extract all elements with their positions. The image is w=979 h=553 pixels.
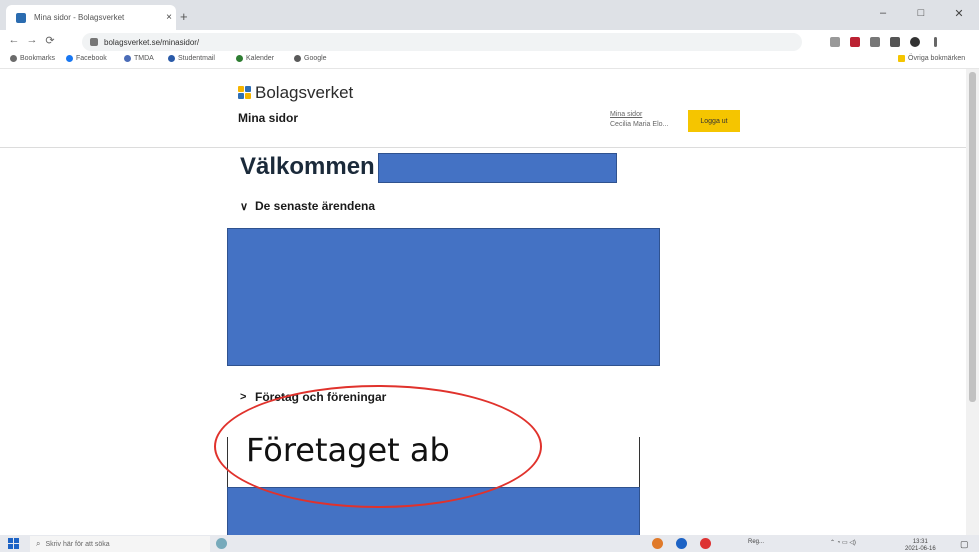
profile-avatar[interactable]: [910, 37, 920, 47]
logo-text: Bolagsverket: [255, 83, 354, 102]
search-icon: ⌕: [36, 539, 41, 548]
bolagsverket-logo[interactable]: Bolagsverket: [238, 83, 353, 103]
extension-icon[interactable]: [850, 37, 860, 47]
reload-icon[interactable]: ⟳: [42, 34, 58, 47]
site-subtitle: Mina sidor: [238, 111, 299, 125]
bookmark-item[interactable]: Bookmarks: [10, 55, 55, 62]
bolagsverket-favicon-icon: [16, 12, 26, 23]
extension-icon[interactable]: [830, 37, 840, 47]
redacted-cases-box: [227, 228, 660, 366]
extension-icon[interactable]: [870, 37, 880, 47]
annotation-ellipse: [214, 385, 542, 508]
chevron-down-icon: ∨: [240, 200, 249, 213]
address-bar[interactable]: bolagsverket.se/minasidor/: [82, 33, 802, 51]
page-title: Välkommen: [240, 153, 375, 180]
notifications-icon[interactable]: ▢: [960, 539, 969, 550]
bookmark-item[interactable]: Studentmail: [168, 55, 215, 62]
taskbar-app-icon[interactable]: [676, 538, 687, 549]
bookmark-icon: [10, 55, 17, 62]
redacted-name-box: [378, 153, 617, 183]
url-text: bolagsverket.se/minasidor/: [104, 37, 200, 47]
system-tray-icons[interactable]: ⌃ ◔ ▭ ◁): [830, 539, 856, 546]
other-bookmarks[interactable]: Övriga bokmärken: [898, 55, 965, 62]
account-link[interactable]: Mina sidor: [610, 110, 668, 120]
taskbar-app-icon[interactable]: [216, 538, 227, 549]
tab-close-icon[interactable]: ×: [162, 12, 176, 23]
taskbar-weather[interactable]: Reg...: [748, 539, 764, 545]
header-divider: [0, 147, 966, 148]
back-arrow-icon[interactable]: ←: [6, 34, 22, 46]
bookmark-icon: [168, 55, 175, 62]
close-window-icon[interactable]: ✕: [948, 7, 970, 20]
bookmark-icon: [294, 55, 301, 62]
clock[interactable]: 13:31 2021-06-16: [905, 539, 936, 553]
recent-cases-toggle[interactable]: ∨ De senaste ärendena: [240, 199, 375, 213]
new-tab-button[interactable]: +: [180, 9, 188, 24]
tab-title: Mina sidor - Bolagsverket: [34, 13, 125, 22]
bookmark-item[interactable]: Google: [294, 55, 327, 62]
bookmark-icon: [124, 55, 131, 62]
scrollbar-thumb[interactable]: [969, 72, 976, 402]
account-name: Cecilia Maria Elo...: [610, 121, 669, 128]
chevron-right-icon: >: [240, 391, 247, 403]
folder-icon: [898, 55, 905, 62]
taskbar-search-input[interactable]: ⌕ Skriv här för att söka: [30, 536, 210, 552]
taskbar-app-icon[interactable]: [652, 538, 663, 549]
browser-tab[interactable]: Mina sidor - Bolagsverket ×: [6, 5, 176, 30]
forward-arrow-icon[interactable]: →: [24, 34, 40, 46]
bookmark-icon: [236, 55, 243, 62]
bookmark-item[interactable]: Kalender: [236, 55, 274, 62]
windows-start-icon[interactable]: [8, 538, 20, 550]
bookmark-item[interactable]: TMDA: [124, 55, 154, 62]
maximize-icon[interactable]: □: [910, 7, 932, 19]
menu-dots-icon[interactable]: [934, 37, 937, 47]
puzzle-extensions-icon[interactable]: [890, 37, 900, 47]
bolagsverket-logo-icon: [238, 86, 252, 100]
bookmark-item[interactable]: Facebook: [66, 55, 107, 62]
account-info[interactable]: Mina sidor Cecilia Maria Elo...: [610, 110, 668, 130]
recent-cases-heading: De senaste ärendena: [255, 199, 376, 213]
logout-button[interactable]: Logga ut: [688, 110, 740, 132]
minimize-icon[interactable]: –: [872, 7, 894, 19]
lock-icon: [90, 38, 98, 46]
taskbar-app-icon[interactable]: [700, 538, 711, 549]
bookmark-icon: [66, 55, 73, 62]
